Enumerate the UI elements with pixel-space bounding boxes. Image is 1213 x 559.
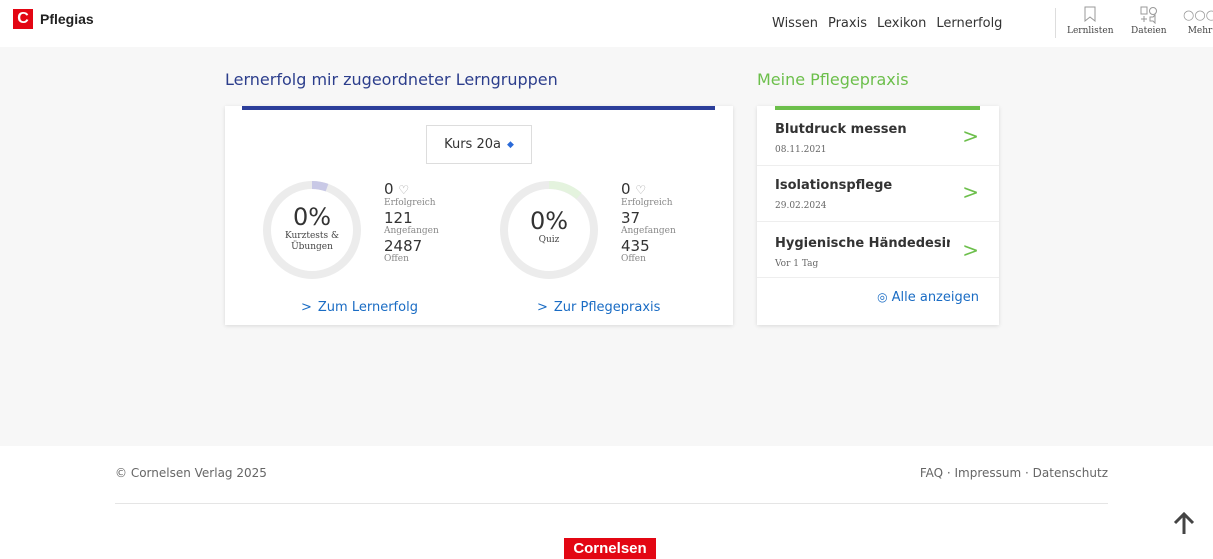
pp-item-title: Blutdruck messen	[775, 122, 907, 137]
chevron-right-icon: >	[301, 300, 312, 315]
mehr-label: Mehr	[1187, 26, 1213, 36]
nav-praxis[interactable]: Praxis	[828, 16, 867, 31]
quiz-successful: 0	[621, 180, 631, 198]
pflegepraxis-item[interactable]: Isolationspflege 29.02.2024 >	[757, 166, 999, 222]
pp-item-title: Isolationspflege	[775, 178, 893, 193]
cornelsen-logo[interactable]: Cornelsen	[564, 538, 656, 559]
eye-icon: ◎	[877, 290, 888, 304]
show-all-label: Alle anzeigen	[891, 290, 979, 305]
chevron-right-icon: >	[962, 180, 979, 204]
bookmark-icon	[1067, 6, 1114, 26]
zum-lernerfolg-link[interactable]: > Zum Lernerfolg	[301, 300, 418, 315]
files-icon	[1131, 6, 1167, 26]
header-divider	[1055, 8, 1056, 38]
dateien-label: Dateien	[1131, 26, 1167, 36]
trophy-icon: ♡	[635, 183, 647, 197]
dateien-button[interactable]: Dateien	[1131, 6, 1167, 36]
pflegias-logo[interactable]: C	[13, 9, 33, 29]
zur-pflegepraxis-link[interactable]: > Zur Pflegepraxis	[537, 300, 660, 315]
zum-lernerfolg-label: Zum Lernerfolg	[317, 300, 418, 315]
chevron-right-icon: >	[962, 238, 979, 262]
sort-caret-icon: ◆	[506, 139, 514, 150]
nav-wissen[interactable]: Wissen	[772, 16, 818, 31]
chevron-right-icon: >	[537, 300, 548, 315]
pp-item-date: Vor 1 Tag	[775, 259, 819, 269]
pp-item-title: Hygienische Händedesinfektion	[775, 236, 950, 251]
nav-lernerfolg[interactable]: Lernerfolg	[936, 16, 1002, 31]
kurztests-started: 121	[384, 209, 413, 227]
ring-1-arc	[311, 181, 329, 192]
trophy-icon: ♡	[398, 183, 410, 197]
successful-label: Erfolgreich	[621, 198, 673, 208]
ring-2-arc	[548, 180, 582, 200]
kurztests-label-1: Kurztests &	[284, 231, 340, 241]
started-label: Angefangen	[621, 226, 676, 236]
quiz-label: Quiz	[538, 235, 560, 245]
brand-name[interactable]: Pflegias	[40, 11, 94, 27]
arrow-up-icon	[1173, 511, 1195, 542]
quiz-open: 435	[621, 237, 650, 255]
quiz-percent: 0%	[529, 207, 569, 235]
show-all-link[interactable]: ◎ Alle anzeigen	[877, 290, 979, 305]
chevron-right-icon: >	[962, 124, 979, 148]
app-header: C Pflegias Wissen Praxis Lexikon Lernerf…	[0, 0, 1213, 47]
quiz-progress-ring: 0% Quiz	[498, 179, 600, 281]
zur-pflegepraxis-label: Zur Pflegepraxis	[553, 300, 661, 315]
nav-lexikon[interactable]: Lexikon	[877, 16, 926, 31]
footer-divider	[115, 503, 1108, 504]
course-select-value: Kurs 20a	[444, 137, 501, 152]
pflegepraxis-title: Meine Pflegepraxis	[757, 70, 909, 89]
lernlisten-button[interactable]: Lernlisten	[1067, 6, 1114, 36]
lernerfolg-accent-bar	[242, 106, 715, 110]
kurztests-stats: 0 ♡ Erfolgreich 121 Angefangen 2487 Offe…	[384, 181, 439, 266]
pp-item-date: 08.11.2021	[775, 145, 827, 155]
copyright-text: © Cornelsen Verlag 2025	[115, 466, 267, 480]
mehr-button[interactable]: ○○○ Mehr	[1183, 6, 1213, 36]
kurztests-progress-ring: 0% Kurztests & Übungen	[261, 179, 363, 281]
footer-links[interactable]: FAQ · Impressum · Datenschutz	[920, 466, 1108, 480]
scroll-to-top-button[interactable]	[1173, 511, 1195, 542]
quiz-stats: 0 ♡ Erfolgreich 37 Angefangen 435 Offen	[621, 181, 676, 266]
open-label: Offen	[384, 254, 409, 264]
pp-item-date: 29.02.2024	[775, 201, 827, 211]
pflegepraxis-accent-bar	[775, 106, 980, 110]
course-select[interactable]: Kurs 20a ◆	[426, 125, 532, 164]
pflegepraxis-item[interactable]: Blutdruck messen 08.11.2021 >	[757, 110, 999, 166]
started-label: Angefangen	[384, 226, 439, 236]
kurztests-successful: 0	[384, 180, 394, 198]
quiz-started: 37	[621, 209, 641, 227]
pflegepraxis-item[interactable]: Hygienische Händedesinfektion Vor 1 Tag …	[757, 222, 999, 278]
kurztests-label-2: Übungen	[291, 242, 333, 252]
lernerfolg-title: Lernerfolg mir zugeordneter Lerngruppen	[225, 70, 558, 89]
more-icon: ○○○	[1183, 8, 1213, 23]
open-label: Offen	[621, 254, 646, 264]
lernlisten-label: Lernlisten	[1067, 26, 1114, 36]
main-nav: Wissen Praxis Lexikon Lernerfolg	[772, 16, 1002, 31]
pflegepraxis-card: Blutdruck messen 08.11.2021 > Isolations…	[757, 106, 999, 325]
kurztests-open: 2487	[384, 237, 423, 255]
successful-label: Erfolgreich	[384, 198, 436, 208]
kurztests-percent: 0%	[292, 203, 332, 231]
